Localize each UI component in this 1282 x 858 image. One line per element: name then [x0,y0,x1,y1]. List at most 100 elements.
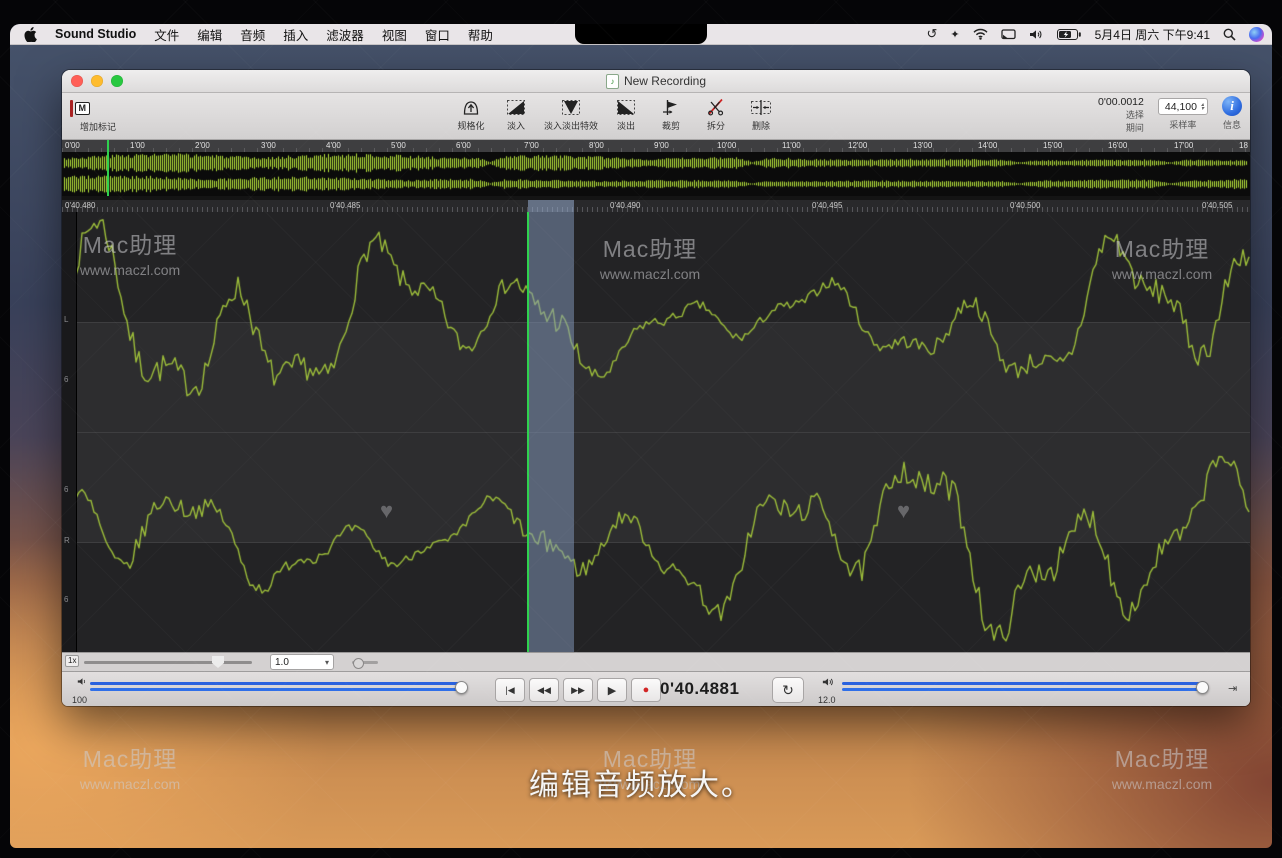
overview-waveform-canvas [62,152,1250,196]
detail-tick: 0'40.500 [1010,201,1040,210]
overview-ruler[interactable]: 0'00 1'00 2'00 3'00 4'00 5'00 6'00 7'00 … [62,140,1250,152]
tool-label: 淡入 [499,119,533,132]
toolbar: M 增加标记 规格化 淡入 [62,93,1250,140]
overview-tick: 18 [1239,141,1248,150]
left-volume-thumb[interactable] [455,681,468,694]
zoom-button[interactable] [111,75,123,87]
overview-playhead[interactable] [107,140,109,196]
overview-tick: 11'00 [782,141,801,150]
search-icon[interactable] [1223,24,1236,44]
tool-fade-out[interactable]: 淡出 [609,96,643,132]
loop-icon: ↻ [782,682,794,699]
overview-tick: 4'00 [326,141,341,150]
normalize-icon [454,96,488,118]
overview-tick: 10'00 [717,141,736,150]
tool-crossfade[interactable]: 淡入淡出特效 [544,96,598,132]
add-marker-button[interactable]: M 增加标记 [70,97,126,133]
time-machine-icon[interactable]: ↺ [927,24,938,44]
waveform-canvas [62,212,1250,652]
speed-value: 1.0 [275,657,289,668]
info-label: 信息 [1223,118,1241,131]
mini-scrollbar-track[interactable] [352,661,378,664]
overview-waveform[interactable] [62,152,1250,196]
play-button[interactable]: ▶ [597,678,627,702]
input-gain-icon [77,677,88,686]
battery-icon[interactable] [1057,24,1082,44]
sample-rate-stepper[interactable]: 44,100 ▴▾ [1158,98,1208,115]
speed-dropdown[interactable]: 1.0 ▾ [270,654,334,670]
window-title: New Recording [624,74,706,88]
siri-icon[interactable] [1249,27,1264,42]
channel-label-left: L [64,315,68,324]
overview-tick: 12'00 [848,141,867,150]
scale-label: 6 [64,485,68,494]
menu-edit[interactable]: 编辑 [197,25,222,44]
marker-icon: M [70,97,126,119]
tool-split[interactable]: 拆分 [699,96,733,132]
menu-insert[interactable]: 插入 [283,25,308,44]
jump-to-selection-icon[interactable]: ⇥ [1228,682,1237,695]
menubar-clock[interactable]: 5月4日 周六 下午9:41 [1095,26,1210,43]
transport-bar: 100 |◀ ◀◀ ▶▶ ▶ ● 0'40.4881 ↻ 12.0 [62,671,1250,706]
volume-icon[interactable] [1029,24,1044,44]
menu-help[interactable]: 帮助 [468,25,493,44]
tool-label: 淡出 [609,119,643,132]
output-volume-slider[interactable] [842,682,1205,694]
overview-tick: 5'00 [391,141,406,150]
menu-window[interactable]: 窗口 [425,25,450,44]
go-to-start-button[interactable]: |◀ [495,678,525,702]
left-gain-value: 100 [72,695,87,705]
overview-tick: 14'00 [978,141,997,150]
split-icon [699,96,733,118]
fast-forward-button[interactable]: ▶▶ [563,678,593,702]
waveform-editor[interactable]: L 6 6 R 6 ♥ ♥ [62,212,1250,652]
close-button[interactable] [71,75,83,87]
overview-tick: 1'00 [130,141,145,150]
screen-mirroring-icon[interactable] [1001,24,1016,44]
audio-selection[interactable] [528,212,574,652]
left-volume-slider[interactable] [90,682,464,694]
rewind-button[interactable]: ◀◀ [529,678,559,702]
menu-view[interactable]: 视图 [382,25,407,44]
wifi-icon[interactable] [973,24,988,44]
zoom-slider-track[interactable] [84,661,252,664]
tool-delete[interactable]: 删除 [744,96,778,132]
playhead[interactable] [527,212,529,652]
document-icon: ♪ [606,74,619,89]
stepper-arrows-icon[interactable]: ▴▾ [1201,103,1204,111]
tool-label: 淡入淡出特效 [544,119,598,132]
zoom-slider-thumb[interactable] [212,656,224,668]
overview-tick: 15'00 [1043,141,1062,150]
tool-fade-in[interactable]: 淡入 [499,96,533,132]
app-name[interactable]: Sound Studio [55,27,136,41]
tool-normalize[interactable]: 规格化 [454,96,488,132]
overview-tick: 16'00 [1108,141,1127,150]
mini-scrollbar-thumb[interactable] [353,658,364,669]
overview-tick: 8'00 [589,141,604,150]
camera-notch [575,24,707,44]
overview-tick: 0'00 [65,141,80,150]
scale-label: 6 [64,375,68,384]
time-display: 0'40.4881 [660,679,760,699]
info-button[interactable]: i [1222,96,1242,116]
tool-label: 规格化 [454,119,488,132]
detail-tick: 0'40.505 [1202,201,1232,210]
scale-label: 6 [64,595,68,604]
overview-tick: 7'00 [524,141,539,150]
right-gain-value: 12.0 [818,695,836,705]
menu-filter[interactable]: 滤波器 [326,25,364,44]
apple-logo-icon [24,27,37,42]
loop-button[interactable]: ↻ [772,677,804,703]
zoom-level-badge[interactable]: 1x [65,655,79,667]
output-volume-thumb[interactable] [1196,681,1209,694]
menu-audio[interactable]: 音频 [240,25,265,44]
keyboard-brightness-icon[interactable]: ✦ [950,24,959,44]
detail-ruler[interactable]: 0'40.480 0'40.485 0'40.490 0'40.495 0'40… [62,200,1250,212]
desktop-screen: Sound Studio 文件 编辑 音频 插入 滤波器 视图 窗口 帮助 ↺ … [10,24,1272,848]
tool-trim[interactable]: 裁剪 [654,96,688,132]
apple-menu[interactable] [24,24,37,44]
menu-file[interactable]: 文件 [154,25,179,44]
record-button[interactable]: ● [631,678,661,702]
minimize-button[interactable] [91,75,103,87]
title-bar[interactable]: ♪ New Recording [62,70,1250,93]
